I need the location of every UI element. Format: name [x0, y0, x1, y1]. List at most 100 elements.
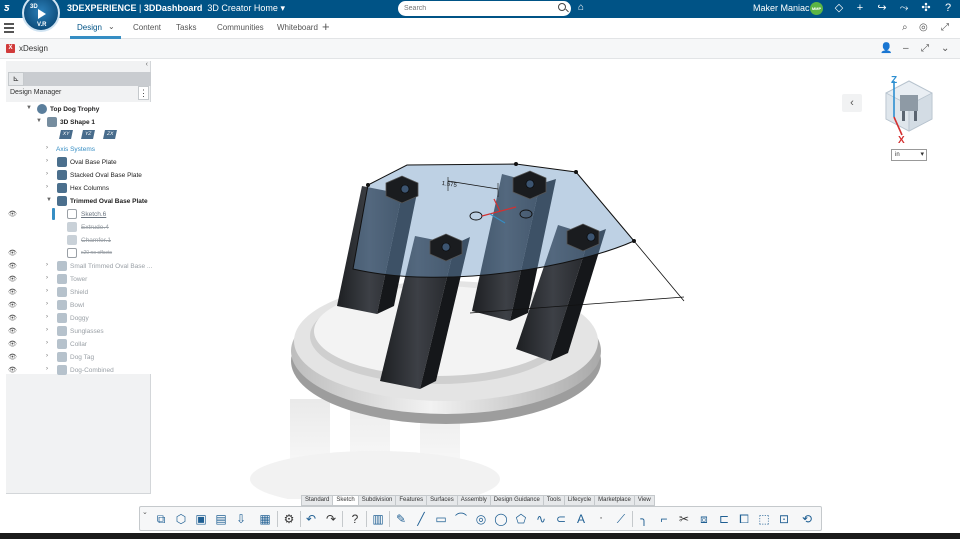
share-icon[interactable]: ↪	[875, 1, 889, 16]
properties-icon[interactable]: ▦	[257, 511, 273, 527]
save-icon[interactable]: ▣	[193, 511, 209, 527]
circle-icon[interactable]: ◎	[473, 511, 489, 527]
chevron-right-icon[interactable]: ›	[46, 184, 48, 190]
trim-icon[interactable]: ⟋	[613, 511, 629, 527]
tree-axis-systems[interactable]: › Axis Systems	[6, 143, 151, 156]
eye-icon[interactable]: 👁	[8, 327, 17, 335]
tree-root[interactable]: ▼ Top Dog Trophy	[6, 103, 151, 116]
chevron-right-icon[interactable]: ›	[46, 262, 48, 268]
save-all-icon[interactable]: ▤	[213, 511, 229, 527]
tree-item[interactable]: 👁 › Collar	[6, 338, 151, 351]
text-icon[interactable]: A	[573, 511, 589, 527]
chevron-right-icon[interactable]: ›	[46, 158, 48, 164]
slot-icon[interactable]: ⊂	[553, 511, 569, 527]
maximize-icon[interactable]: ⤢	[921, 43, 929, 54]
spline-icon[interactable]: ∿	[533, 511, 549, 527]
user-share-icon[interactable]: 👤	[880, 43, 892, 54]
tree-child-pattern[interactable]: 👁 x20 no offsets	[6, 247, 151, 260]
ribbon-tab-assembly[interactable]: Assembly	[458, 496, 491, 505]
help-icon[interactable]: ?	[347, 511, 363, 527]
collapse-panel-icon[interactable]: ‹	[146, 61, 148, 68]
tree-item[interactable]: › Stacked Oval Base Plate	[6, 169, 151, 182]
sketch-grid-icon[interactable]: ▥	[370, 511, 386, 527]
chevron-right-icon[interactable]: ›	[46, 171, 48, 177]
ribbon-tab-sketch[interactable]: Sketch	[333, 496, 359, 505]
tab-communities[interactable]: Communities	[217, 23, 264, 32]
tree-item-active[interactable]: ▼ Trimmed Oval Base Plate	[6, 195, 151, 208]
eye-icon[interactable]: 👁	[8, 210, 17, 218]
cube-icon[interactable]: ⬚	[756, 511, 772, 527]
chevron-right-icon[interactable]: ›	[46, 314, 48, 320]
tree-item[interactable]: 👁 › Bowl	[6, 299, 151, 312]
ribbon-tab-standard[interactable]: Standard	[302, 496, 334, 505]
ribbon-tab-surfaces[interactable]: Surfaces	[427, 496, 458, 505]
chevron-right-icon[interactable]: ›	[46, 301, 48, 307]
rectangle-icon[interactable]: ▭	[433, 511, 449, 527]
offset-icon[interactable]: ⧈	[696, 511, 712, 527]
mirror-icon[interactable]: ⧠	[736, 511, 752, 527]
tab-whiteboard[interactable]: Whiteboard	[277, 23, 318, 32]
eye-icon[interactable]: 👁	[8, 366, 17, 374]
chamfer-icon[interactable]: ⌐	[656, 511, 672, 527]
tree-child-chamfer[interactable]: Chamfer.1	[6, 234, 151, 247]
notification-icon[interactable]: ◇	[832, 1, 846, 16]
add-icon[interactable]: +	[853, 1, 867, 16]
ribbon-tab-view[interactable]: View	[635, 496, 654, 505]
tree-3d-shape[interactable]: ▼ 3D Shape 1	[6, 116, 151, 129]
tree-item[interactable]: 👁 › Small Trimmed Oval Base ...	[6, 260, 152, 273]
tab-content[interactable]: Content	[133, 23, 161, 32]
plane-zx-icon[interactable]: ZX	[103, 130, 117, 139]
help-icon[interactable]: ?	[941, 1, 955, 16]
3d-part-icon[interactable]: ⬡	[173, 511, 189, 527]
export-icon[interactable]: ⇩	[233, 511, 249, 527]
ribbon-tab-design-guidance[interactable]: Design Guidance	[491, 496, 544, 505]
tree-item[interactable]: 👁 › Doggy	[6, 312, 151, 325]
eye-icon[interactable]: 👁	[8, 275, 17, 283]
minimize-icon[interactable]: –	[903, 43, 909, 54]
search-input[interactable]	[398, 1, 571, 16]
chevron-down-icon[interactable]: ▼	[46, 197, 52, 203]
chevron-right-icon[interactable]: ›	[46, 327, 48, 333]
ribbon-tab-features[interactable]: Features	[396, 496, 428, 505]
chevron-right-icon[interactable]: ›	[46, 145, 48, 151]
zoom-icon[interactable]: ⌕	[902, 22, 908, 33]
chevron-down-icon[interactable]: ⌄	[941, 43, 949, 54]
avatar[interactable]: MMP	[810, 2, 823, 15]
eye-icon[interactable]: 👁	[8, 353, 17, 361]
eye-icon[interactable]: 👁	[8, 249, 17, 257]
tree-item[interactable]: › Hex Columns	[6, 182, 151, 195]
pencil-icon[interactable]: ✎	[393, 511, 409, 527]
navigation-cube[interactable]: Z X	[876, 73, 942, 145]
line-icon[interactable]: ╱	[413, 511, 429, 527]
eye-icon[interactable]: 👁	[8, 314, 17, 322]
tree-child-extrude[interactable]: Extrude.4	[6, 221, 151, 234]
undo-icon[interactable]: ↶	[303, 511, 319, 527]
point-icon[interactable]: ◦	[593, 511, 609, 527]
fillet-icon[interactable]: ╮	[636, 511, 652, 527]
tab-tasks[interactable]: Tasks	[176, 23, 196, 32]
tree-item[interactable]: 👁 › Dog Tag	[6, 351, 151, 364]
plane-yz-icon[interactable]: YZ	[81, 130, 95, 139]
settings-icon[interactable]: ⚙	[281, 511, 297, 527]
constraint-icon[interactable]: ⊡	[776, 511, 792, 527]
communication-icon[interactable]: ⤳	[897, 1, 911, 16]
user-name[interactable]: Maker Maniac	[753, 3, 810, 13]
chevron-down-icon[interactable]: ⌄	[108, 22, 115, 31]
eye-icon[interactable]: 👁	[8, 301, 17, 309]
tree-item[interactable]: › Oval Base Plate	[6, 156, 151, 169]
3d-model[interactable]: 1.575	[150, 59, 840, 499]
tree-view-icon[interactable]: ⊾	[8, 72, 24, 86]
chevron-right-icon[interactable]: ›	[46, 353, 48, 359]
redo-icon[interactable]: ↷	[323, 511, 339, 527]
cut-icon[interactable]: ✂	[676, 511, 692, 527]
exit-sketch-icon[interactable]: ⟲	[799, 511, 815, 527]
platform-title[interactable]: 3DEXPERIENCE | 3DDashboard 3D Creator Ho…	[67, 3, 285, 14]
chevron-right-icon[interactable]: ›	[46, 366, 48, 372]
tree-item[interactable]: 👁 › Dog-Combined	[6, 364, 151, 377]
ellipse-icon[interactable]: ◯	[493, 511, 509, 527]
unit-select[interactable]: in	[891, 149, 927, 161]
ribbon-tab-marketplace[interactable]: Marketplace	[595, 496, 635, 505]
chevron-down-icon[interactable]: ▼	[26, 105, 32, 111]
tree-item[interactable]: 👁 › Sunglasses	[6, 325, 151, 338]
expand-icon[interactable]: ⤢	[941, 22, 949, 33]
